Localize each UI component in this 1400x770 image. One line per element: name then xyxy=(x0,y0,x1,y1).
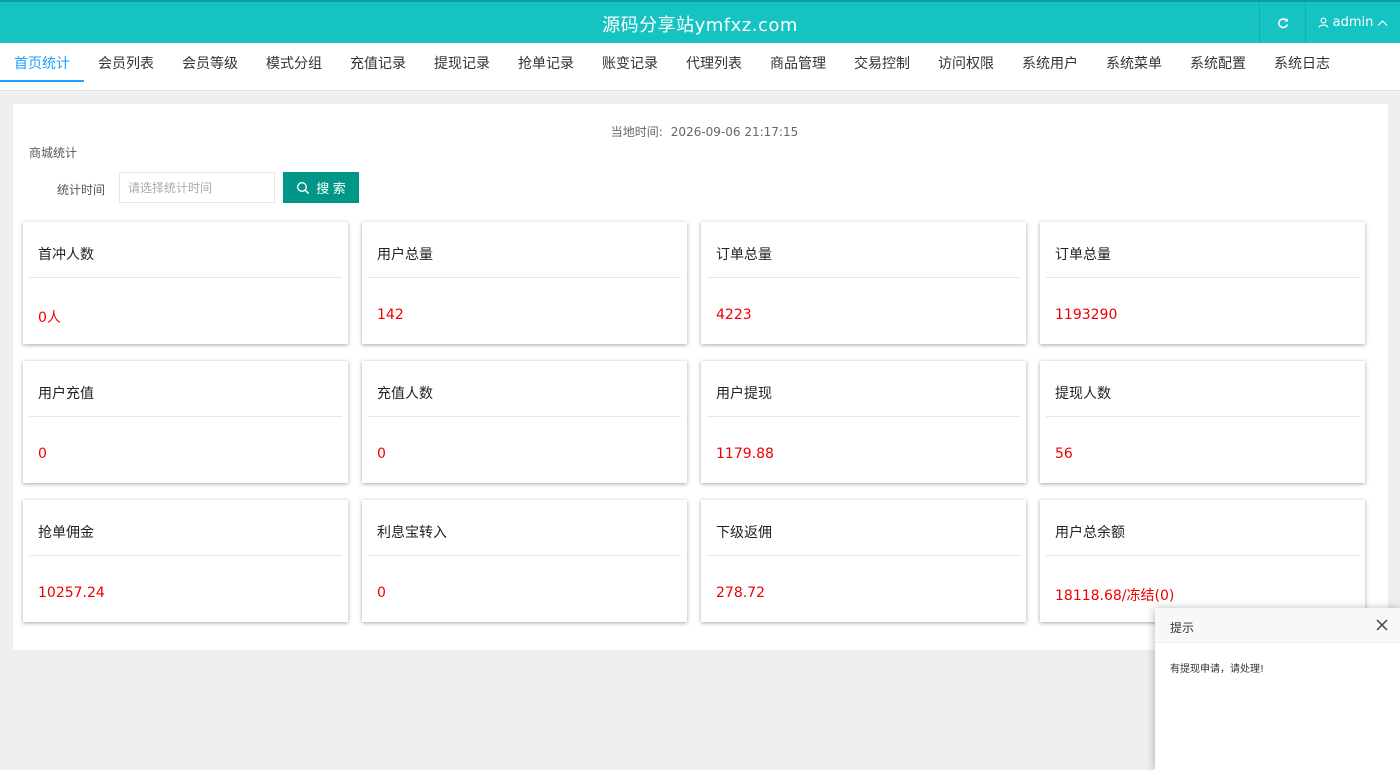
stat-card-user-recharge: 用户充值 0 xyxy=(23,361,348,483)
stat-card-title: 用户总量 xyxy=(377,247,433,263)
stat-card-value: 1179.88 xyxy=(716,446,774,462)
card-divider xyxy=(1046,555,1359,556)
nav-item-access-permissions[interactable]: 访问权限 xyxy=(924,43,1008,91)
nav-item-system-menu[interactable]: 系统菜单 xyxy=(1092,43,1176,91)
local-time-label: 当地时间: xyxy=(610,125,663,139)
user-menu[interactable]: admin xyxy=(1305,2,1400,43)
stat-card-value: 0 xyxy=(377,446,386,462)
stat-card-title: 订单总量 xyxy=(1055,247,1111,263)
nav-item-member-level[interactable]: 会员等级 xyxy=(168,43,252,91)
stat-card-value: 142 xyxy=(377,307,404,323)
header-actions: admin xyxy=(1259,2,1400,43)
card-divider xyxy=(368,416,681,417)
stat-card-title: 用户总余额 xyxy=(1055,525,1125,541)
username: admin xyxy=(1332,15,1374,30)
card-divider xyxy=(707,416,1020,417)
stat-card-value: 18118.68/冻结(0) xyxy=(1055,588,1175,604)
stat-card-total-order-amount: 订单总量 1193290 xyxy=(1040,222,1365,344)
nav-item-member-list[interactable]: 会员列表 xyxy=(84,43,168,91)
nav-item-system-log[interactable]: 系统日志 xyxy=(1260,43,1344,91)
stat-card-value: 278.72 xyxy=(716,585,765,601)
close-icon[interactable] xyxy=(1374,617,1390,633)
toast-title: 提示 xyxy=(1170,621,1195,635)
stat-card-title: 提现人数 xyxy=(1055,386,1111,402)
card-divider xyxy=(1046,277,1359,278)
card-divider xyxy=(368,277,681,278)
stat-time-input[interactable] xyxy=(119,172,275,203)
stat-card-recharge-users: 充值人数 0 xyxy=(362,361,687,483)
stat-card-value: 0 xyxy=(377,585,386,601)
nav-item-withdraw-records[interactable]: 提现记录 xyxy=(420,43,504,91)
stat-card-total-orders: 订单总量 4223 xyxy=(701,222,1026,344)
card-divider xyxy=(707,277,1020,278)
card-divider xyxy=(368,555,681,556)
stat-card-title: 利息宝转入 xyxy=(377,525,447,541)
stat-card-grab-commission: 抢单佣金 10257.24 xyxy=(23,500,348,622)
stat-card-value: 0 xyxy=(38,446,47,462)
card-divider xyxy=(1046,416,1359,417)
search-button[interactable]: 搜 索 xyxy=(283,172,359,203)
nav-item-account-change-records[interactable]: 账变记录 xyxy=(588,43,672,91)
card-divider xyxy=(29,416,342,417)
stat-card-withdraw-users: 提现人数 56 xyxy=(1040,361,1365,483)
stat-card-title: 下级返佣 xyxy=(716,525,772,541)
toast-message: 有提现申请，请处理! xyxy=(1170,664,1265,675)
stat-card-title: 用户提现 xyxy=(716,386,772,402)
stat-card-first-deposit-users: 首冲人数 0人 xyxy=(23,222,348,344)
chevron-up-icon xyxy=(1377,19,1388,26)
site-brand: 源码分享站ymfxz.com xyxy=(602,15,798,36)
search-icon xyxy=(297,181,310,194)
section-title: 商城统计 xyxy=(29,146,78,160)
card-divider xyxy=(707,555,1020,556)
nav-item-home-stats[interactable]: 首页统计 xyxy=(0,43,84,82)
stat-card-user-withdraw: 用户提现 1179.88 xyxy=(701,361,1026,483)
nav-item-trade-control[interactable]: 交易控制 xyxy=(840,43,924,91)
stat-card-value: 1193290 xyxy=(1055,307,1118,323)
card-divider xyxy=(29,555,342,556)
nav-item-recharge-records[interactable]: 充值记录 xyxy=(336,43,420,91)
stat-card-title: 用户充值 xyxy=(38,386,94,402)
nav-item-product-management[interactable]: 商品管理 xyxy=(756,43,840,91)
stat-card-value: 4223 xyxy=(716,307,752,323)
stat-card-downline-rebate: 下级返佣 278.72 xyxy=(701,500,1026,622)
stat-card-total-users: 用户总量 142 xyxy=(362,222,687,344)
nav-item-mode-group[interactable]: 模式分组 xyxy=(252,43,336,91)
stat-card-title: 首冲人数 xyxy=(38,247,94,263)
nav-item-order-grab-records[interactable]: 抢单记录 xyxy=(504,43,588,91)
stat-card-title: 充值人数 xyxy=(377,386,433,402)
local-time: 当地时间: 2026-09-06 21:17:15 xyxy=(13,123,1388,140)
main-nav: 首页统计 会员列表 会员等级 模式分组 充值记录 提现记录 抢单记录 账变记录 … xyxy=(0,43,1400,91)
toast-header: 提示 xyxy=(1155,608,1400,643)
stat-card-value: 56 xyxy=(1055,446,1073,462)
top-header: 源码分享站ymfxz.com admin xyxy=(0,0,1400,43)
stat-card-title: 抢单佣金 xyxy=(38,525,94,541)
stats-panel: 当地时间: 2026-09-06 21:17:15 商城统计 统计时间 搜 索 首… xyxy=(13,104,1388,650)
refresh-button[interactable] xyxy=(1259,2,1305,43)
nav-item-agent-list[interactable]: 代理列表 xyxy=(672,43,756,91)
search-button-label: 搜 索 xyxy=(316,181,346,196)
refresh-icon xyxy=(1277,17,1288,28)
stat-card-value: 10257.24 xyxy=(38,585,105,601)
nav-item-system-users[interactable]: 系统用户 xyxy=(1008,43,1092,91)
notification-toast: 提示 有提现申请，请处理! xyxy=(1155,608,1400,770)
stat-card-total-balance: 用户总余额 18118.68/冻结(0) xyxy=(1040,500,1365,622)
nav-item-system-config[interactable]: 系统配置 xyxy=(1176,43,1260,91)
card-divider xyxy=(29,277,342,278)
stat-card-interest-transfer-in: 利息宝转入 0 xyxy=(362,500,687,622)
stat-card-value: 0人 xyxy=(38,310,61,326)
filter-label: 统计时间 xyxy=(57,183,106,197)
stat-card-title: 订单总量 xyxy=(716,247,772,263)
local-time-value: 2026-09-06 21:17:15 xyxy=(670,125,799,139)
user-icon xyxy=(1318,17,1329,28)
